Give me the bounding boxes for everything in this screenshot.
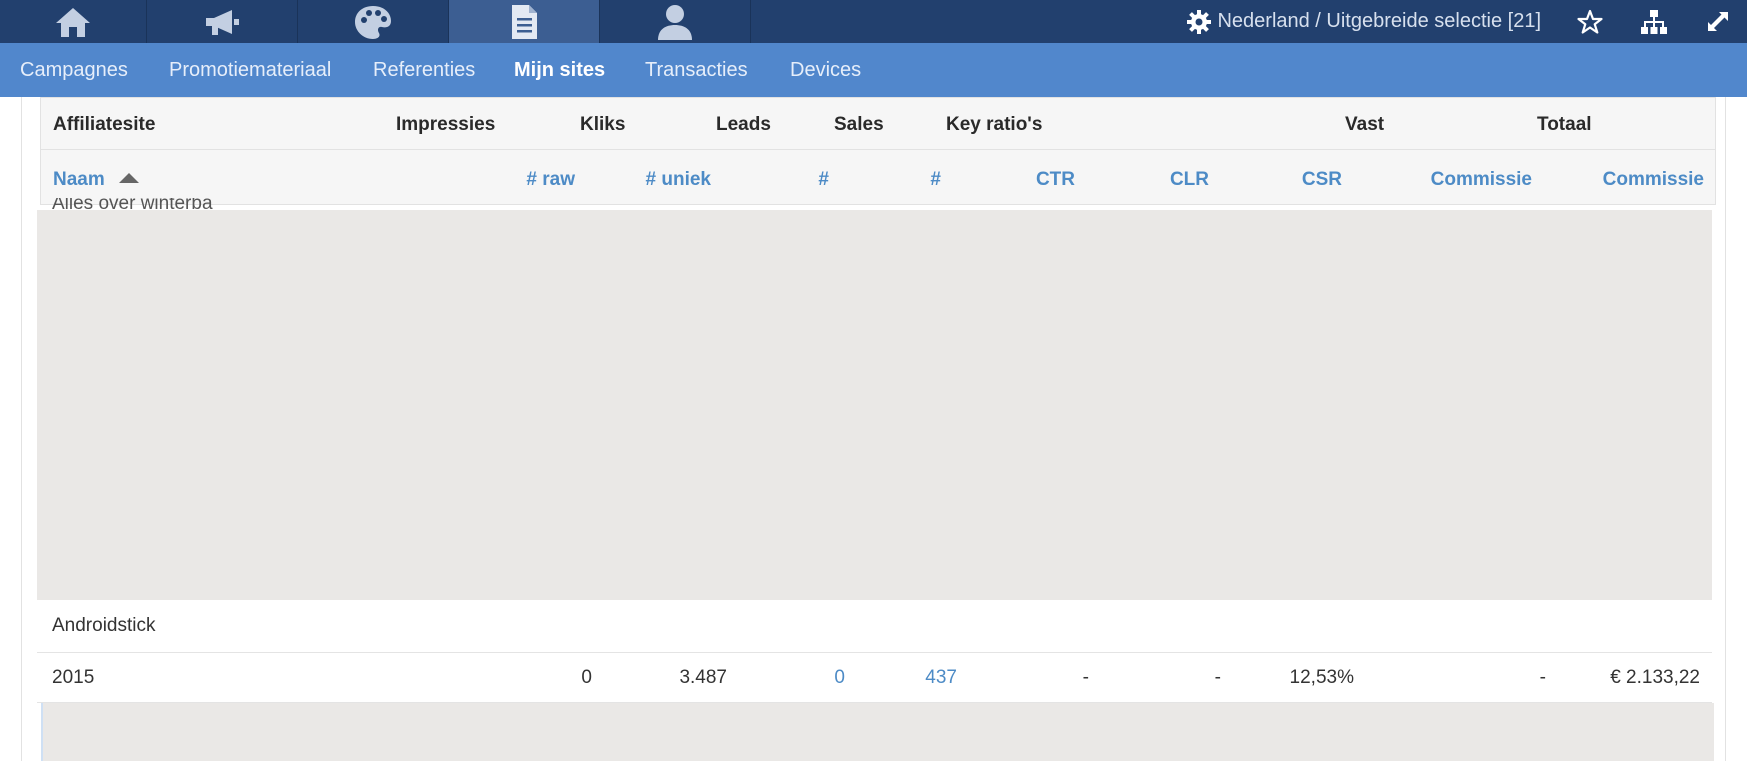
top-right-controls: Nederland / Uitgebreide selectie [21] [1187, 0, 1747, 43]
column-header-naam[interactable]: Naam [53, 169, 139, 191]
column-header-raw[interactable]: # raw [526, 169, 575, 191]
column-header-clr[interactable]: CLR [1170, 169, 1209, 191]
home-icon [54, 6, 92, 38]
column-header-leads[interactable]: # [818, 169, 829, 191]
user-icon [655, 3, 695, 41]
region-selector[interactable]: Nederland / Uitgebreide selectie [21] [1187, 9, 1541, 34]
document-icon [509, 3, 539, 41]
nav-devices[interactable]: Devices [790, 43, 861, 97]
column-header-vast-commissie[interactable]: Commissie [1431, 169, 1532, 191]
nav-mijn-sites[interactable]: Mijn sites [514, 43, 605, 97]
gear-icon [1187, 9, 1217, 34]
content-placeholder-bottom [41, 703, 1714, 761]
column-header-ctr[interactable]: CTR [1036, 169, 1075, 191]
group-header-sales: Sales [834, 114, 884, 135]
cell-naam: 2015 [52, 667, 95, 688]
nav-referenties[interactable]: Referenties [373, 43, 475, 97]
tab-campaigns[interactable] [147, 0, 298, 43]
group-header-leads: Leads [716, 114, 771, 135]
sub-navigation: Campagnes Promotiemateriaal Referenties … [0, 43, 1747, 97]
top-icon-bar: Nederland / Uitgebreide selectie [21] [0, 0, 1747, 43]
frame-border-right [1725, 97, 1726, 761]
cell-vast-commissie: - [1539, 667, 1546, 688]
fullscreen-button[interactable] [1703, 7, 1733, 37]
content-placeholder [37, 210, 1712, 600]
tab-design[interactable] [298, 0, 449, 43]
cell-sales-link[interactable]: 437 [925, 653, 957, 703]
cell-csr: 12,53% [1289, 667, 1354, 688]
site-row[interactable]: Androidstick [37, 600, 1712, 653]
group-header-affiliatesite: Affiliatesite [53, 114, 156, 135]
cell-clr: - [1214, 667, 1221, 688]
cell-uniek: 3.487 [679, 667, 727, 688]
column-header-uniek[interactable]: # uniek [646, 169, 711, 191]
cell-totaal-commissie: € 2.133,22 [1610, 667, 1700, 688]
sitemap-icon [1640, 9, 1668, 35]
nav-campagnes[interactable]: Campagnes [20, 43, 128, 97]
column-header-sales[interactable]: # [930, 169, 941, 191]
expand-icon [1706, 10, 1730, 34]
table-row[interactable]: 2015 0 3.487 0 437 - - 12,53% - € 2.133,… [37, 653, 1712, 703]
nav-promotiemateriaal[interactable]: Promotiemateriaal [169, 43, 331, 97]
naam-label: Naam [53, 169, 105, 190]
group-header-impressies: Impressies [396, 114, 496, 135]
site-name: Androidstick [52, 615, 156, 636]
favorites-button[interactable] [1575, 7, 1605, 37]
group-header-key-ratios: Key ratio's [946, 114, 1043, 135]
hidden-site-name: Alles over winterba [52, 198, 213, 210]
sitemap-button[interactable] [1639, 7, 1669, 37]
group-header-vast: Vast [1345, 114, 1385, 135]
megaphone-icon [202, 7, 242, 37]
column-header-csr[interactable]: CSR [1302, 169, 1342, 191]
group-header-kliks: Kliks [580, 114, 626, 135]
group-header-totaal: Totaal [1537, 114, 1592, 135]
cell-raw: 0 [581, 667, 592, 688]
frame-border-left [21, 97, 22, 761]
tab-sites[interactable] [449, 0, 600, 43]
column-header-totaal-commissie[interactable]: Commissie [1603, 169, 1704, 191]
header-divider [41, 149, 1715, 150]
region-label: Nederland / Uitgebreide selectie [21] [1217, 10, 1541, 32]
table-header: Affiliatesite Impressies Kliks Leads Sal… [40, 97, 1716, 205]
tab-profile[interactable] [600, 0, 751, 43]
sort-ascending-icon [118, 173, 139, 183]
palette-icon [353, 4, 393, 40]
star-icon [1577, 9, 1603, 35]
cell-leads-link[interactable]: 0 [834, 653, 845, 703]
nav-transacties[interactable]: Transacties [645, 43, 748, 97]
tab-home[interactable] [0, 0, 147, 43]
cell-ctr: - [1082, 667, 1089, 688]
